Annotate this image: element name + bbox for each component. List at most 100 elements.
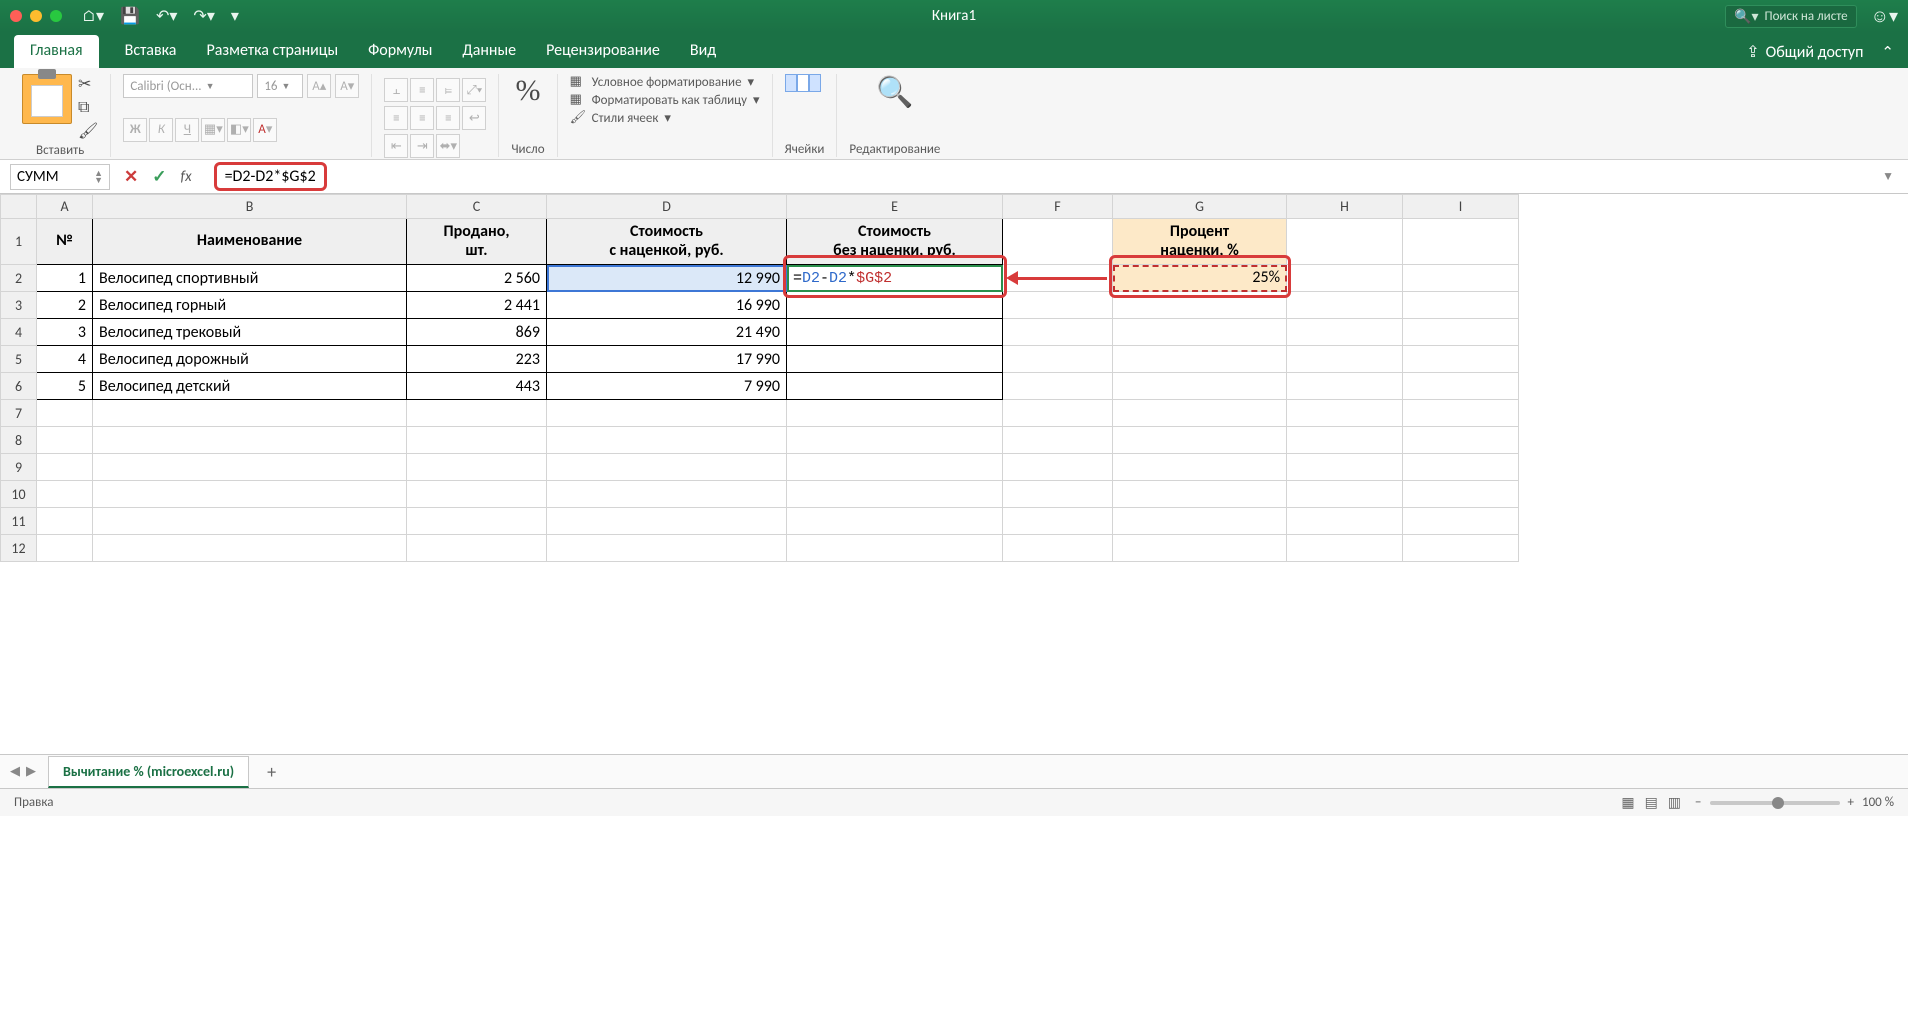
cell-F11[interactable]: [1003, 508, 1113, 535]
align-left-icon[interactable]: ≡: [384, 106, 408, 130]
cell-I9[interactable]: [1403, 454, 1519, 481]
cell-G11[interactable]: [1113, 508, 1287, 535]
cell-F6[interactable]: [1003, 373, 1113, 400]
row-header-11[interactable]: 11: [1, 508, 37, 535]
sheet-tab[interactable]: Вычитание % (microexcel.ru): [48, 756, 249, 788]
header-name[interactable]: Наименование: [93, 219, 407, 265]
italic-button[interactable]: К: [149, 118, 173, 142]
cell-styles-button[interactable]: 🖌︎Стили ячеек▾: [570, 110, 760, 126]
cell-I6[interactable]: [1403, 373, 1519, 400]
cell-A2[interactable]: 1: [37, 265, 93, 292]
merge-icon[interactable]: ⬌▾: [436, 134, 460, 158]
select-all-corner[interactable]: [1, 195, 37, 219]
formula-input[interactable]: =D2-D2*$G$2: [206, 159, 1875, 194]
cell-G9[interactable]: [1113, 454, 1287, 481]
share-button[interactable]: ⇪Общий доступ: [1746, 42, 1863, 62]
cell-H2[interactable]: [1287, 265, 1403, 292]
cell-I8[interactable]: [1403, 427, 1519, 454]
enter-formula-button[interactable]: ✓: [152, 166, 166, 187]
cell-E4[interactable]: [787, 319, 1003, 346]
sheet-nav[interactable]: ◀▶: [10, 764, 36, 779]
add-sheet-button[interactable]: +: [257, 761, 286, 783]
header-cost-markup[interactable]: Стоимостьс наценкой, руб.: [547, 219, 787, 265]
column-header-B[interactable]: B: [93, 195, 407, 219]
cell-B11[interactable]: [93, 508, 407, 535]
name-box-stepper-icon[interactable]: ▲▼: [94, 170, 103, 184]
cell-E9[interactable]: [787, 454, 1003, 481]
cell-A7[interactable]: [37, 400, 93, 427]
decrease-indent-icon[interactable]: ⇤: [384, 134, 408, 158]
cell-G5[interactable]: [1113, 346, 1287, 373]
row-header-9[interactable]: 9: [1, 454, 37, 481]
align-bottom-icon[interactable]: ⫢: [436, 78, 460, 102]
copy-icon[interactable]: ⧉: [78, 98, 98, 117]
cell-H3[interactable]: [1287, 292, 1403, 319]
header-sold[interactable]: Продано,шт.: [407, 219, 547, 265]
format-painter-icon[interactable]: 🖌︎: [78, 121, 98, 141]
cell-B10[interactable]: [93, 481, 407, 508]
cell-D7[interactable]: [547, 400, 787, 427]
cancel-formula-button[interactable]: ✕: [124, 166, 138, 187]
borders-button[interactable]: ▦▾: [201, 118, 225, 142]
cell-G8[interactable]: [1113, 427, 1287, 454]
cell-B8[interactable]: [93, 427, 407, 454]
cell-F4[interactable]: [1003, 319, 1113, 346]
header-markup-pct[interactable]: Процентнаценки, %: [1113, 219, 1287, 265]
row-header-4[interactable]: 4: [1, 319, 37, 346]
row-header-8[interactable]: 8: [1, 427, 37, 454]
cell-E6[interactable]: [787, 373, 1003, 400]
zoom-control[interactable]: − + 100 %: [1695, 795, 1894, 810]
cell-D12[interactable]: [547, 535, 787, 562]
cell-D5[interactable]: 17 990: [547, 346, 787, 373]
cell-H7[interactable]: [1287, 400, 1403, 427]
cell-D6[interactable]: 7 990: [547, 373, 787, 400]
cell-D9[interactable]: [547, 454, 787, 481]
cell-C7[interactable]: [407, 400, 547, 427]
cell-F1[interactable]: [1003, 219, 1113, 265]
cell-E10[interactable]: [787, 481, 1003, 508]
collapse-ribbon-button[interactable]: ⌃: [1881, 43, 1894, 62]
column-header-C[interactable]: C: [407, 195, 547, 219]
column-header-E[interactable]: E: [787, 195, 1003, 219]
cell-C8[interactable]: [407, 427, 547, 454]
cell-D10[interactable]: [547, 481, 787, 508]
cell-E11[interactable]: [787, 508, 1003, 535]
align-center-icon[interactable]: ≡: [410, 106, 434, 130]
align-right-icon[interactable]: ≡: [436, 106, 460, 130]
cell-B12[interactable]: [93, 535, 407, 562]
cell-E8[interactable]: [787, 427, 1003, 454]
cell-G10[interactable]: [1113, 481, 1287, 508]
font-color-button[interactable]: A▾: [253, 118, 277, 142]
cell-I4[interactable]: [1403, 319, 1519, 346]
sheet-search[interactable]: 🔍▾ Поиск на листе: [1725, 5, 1857, 28]
cell-G3[interactable]: [1113, 292, 1287, 319]
font-name-combo[interactable]: Calibri (Осн...▼: [123, 74, 253, 98]
cell-I3[interactable]: [1403, 292, 1519, 319]
align-middle-icon[interactable]: ≡: [410, 78, 434, 102]
cell-B2[interactable]: Велосипед спортивный: [93, 265, 407, 292]
header-num[interactable]: №: [37, 219, 93, 265]
normal-view-icon[interactable]: ▦: [1621, 794, 1634, 811]
row-header-7[interactable]: 7: [1, 400, 37, 427]
cell-G12[interactable]: [1113, 535, 1287, 562]
autosave-icon[interactable]: ⌂▾: [82, 6, 104, 26]
tab-data[interactable]: Данные: [458, 35, 520, 68]
cell-G4[interactable]: [1113, 319, 1287, 346]
cell-I10[interactable]: [1403, 481, 1519, 508]
conditional-formatting-button[interactable]: ▦Условное форматирование▾: [570, 74, 760, 90]
cell-B3[interactable]: Велосипед горный: [93, 292, 407, 319]
cell-A6[interactable]: 5: [37, 373, 93, 400]
tab-insert[interactable]: Вставка: [121, 35, 181, 68]
column-header-D[interactable]: D: [547, 195, 787, 219]
column-header-G[interactable]: G: [1113, 195, 1287, 219]
cell-I12[interactable]: [1403, 535, 1519, 562]
row-header-5[interactable]: 5: [1, 346, 37, 373]
tab-formulas[interactable]: Формулы: [364, 35, 436, 68]
customize-qat-icon[interactable]: ▾: [231, 6, 239, 26]
tab-review[interactable]: Рецензирование: [542, 35, 664, 68]
tab-layout[interactable]: Разметка страницы: [202, 35, 342, 68]
tab-home[interactable]: Главная: [14, 35, 99, 68]
cell-I1[interactable]: [1403, 219, 1519, 265]
cell-F3[interactable]: [1003, 292, 1113, 319]
tab-view[interactable]: Вид: [686, 35, 720, 68]
